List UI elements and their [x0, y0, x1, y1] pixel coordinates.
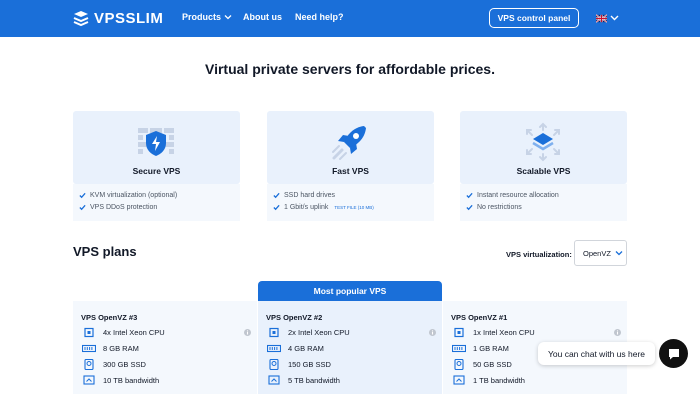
spec-bandwidth: 5 TB bandwidth — [267, 375, 340, 386]
spec-disk: 150 GB SSD — [267, 359, 331, 370]
disk-icon — [454, 359, 464, 370]
feature-item: SSD hard drives — [273, 192, 335, 199]
cpu-icon — [84, 327, 94, 338]
spec-bandwidth-text: 1 TB bandwidth — [473, 376, 525, 385]
uk-flag-icon[interactable] — [596, 14, 607, 23]
feature-title: Secure VPS — [132, 166, 181, 176]
feature-card-body — [460, 184, 627, 221]
nav-help[interactable]: Need help? — [295, 12, 344, 22]
chevron-down-icon — [224, 15, 232, 20]
spec-cpu-text: 2x Intel Xeon CPU — [288, 328, 350, 337]
logo-icon — [73, 11, 89, 27]
feature-card-secure: Secure VPS KVM virtualization (optional)… — [73, 111, 240, 221]
control-panel-button[interactable]: VPS control panel — [489, 8, 579, 28]
spec-cpu-text: 1x Intel Xeon CPU — [473, 328, 535, 337]
plan-name: VPS OpenVZ #1 — [451, 313, 508, 322]
feature-item-text: KVM virtualization (optional) — [90, 192, 178, 199]
chevron-down-icon — [615, 251, 623, 256]
nav-about[interactable]: About us — [243, 12, 282, 22]
info-icon[interactable] — [244, 329, 251, 336]
spec-bandwidth-text: 5 TB bandwidth — [288, 376, 340, 385]
check-icon — [466, 204, 473, 211]
brand-name: VPSSLIM — [94, 9, 164, 27]
spec-disk-text: 50 GB SSD — [473, 360, 512, 369]
feature-item: 1 Gbit/s uplink TEST FILE (10 MB) — [273, 204, 374, 211]
spec-cpu: 1x Intel Xeon CPU — [452, 327, 535, 338]
feature-title: Scalable VPS — [516, 166, 571, 176]
chevron-down-icon[interactable] — [610, 13, 619, 22]
feature-item: VPS DDoS protection — [79, 204, 157, 211]
cpu-icon — [454, 327, 464, 338]
check-icon — [79, 204, 86, 211]
nav-products[interactable]: Products — [182, 12, 232, 22]
ram-icon — [267, 344, 281, 353]
spec-ram-text: 1 GB RAM — [473, 344, 509, 353]
shield-firewall-icon — [138, 128, 174, 156]
check-icon — [273, 204, 280, 211]
check-icon — [273, 192, 280, 199]
brand-logo[interactable]: VPSSLIM — [72, 9, 163, 27]
feature-item-text: VPS DDoS protection — [90, 204, 158, 211]
feature-card-fast: Fast VPS SSD hard drives 1 Gbit/s uplink… — [267, 111, 434, 221]
spec-ram-text: 4 GB RAM — [288, 344, 324, 353]
feature-item-text: SSD hard drives — [284, 192, 335, 199]
disk-icon — [84, 359, 94, 370]
nav-products-label: Products — [182, 12, 222, 22]
page-headline: Virtual private servers for affordable p… — [205, 61, 495, 77]
plan-name: VPS OpenVZ #3 — [81, 313, 138, 322]
spec-disk-text: 150 GB SSD — [288, 360, 331, 369]
most-popular-banner: Most popular VPS — [258, 281, 442, 301]
top-navbar: VPSSLIM Products About us Need help? VPS… — [0, 0, 700, 37]
spec-cpu: 4x Intel Xeon CPU — [82, 327, 165, 338]
feature-item-text: 1 Gbit/s uplink — [284, 204, 329, 211]
spec-cpu-text: 4x Intel Xeon CPU — [103, 328, 165, 337]
ram-icon — [452, 344, 466, 353]
spec-ram: 4 GB RAM — [267, 343, 324, 354]
chat-prompt-bubble[interactable]: You can chat with us here — [538, 342, 655, 365]
feature-item: KVM virtualization (optional) — [79, 192, 177, 199]
virtualization-label: VPS virtualization: — [506, 250, 572, 259]
feature-card-body — [73, 184, 240, 221]
spec-ram-text: 8 GB RAM — [103, 344, 139, 353]
bandwidth-icon — [83, 375, 95, 385]
disk-icon — [269, 359, 279, 370]
virtualization-select[interactable]: OpenVZ — [574, 240, 627, 266]
nav-about-label: About us — [243, 12, 282, 22]
nav-help-label: Need help? — [295, 12, 344, 22]
bandwidth-icon — [453, 375, 465, 385]
info-icon[interactable] — [614, 329, 621, 336]
spec-bandwidth-text: 10 TB bandwidth — [103, 376, 160, 385]
virtualization-value: OpenVZ — [583, 248, 611, 258]
feature-card-body — [267, 184, 434, 221]
feature-item-text: No restrictions — [477, 204, 522, 211]
spec-bandwidth: 1 TB bandwidth — [452, 375, 525, 386]
cpu-icon — [269, 327, 279, 338]
check-icon — [466, 192, 473, 199]
plan-card: VPS OpenVZ #3 4x Intel Xeon CPU 8 GB RAM… — [73, 301, 257, 394]
info-icon[interactable] — [429, 329, 436, 336]
test-file-link[interactable]: TEST FILE (10 MB) — [334, 205, 373, 210]
scale-arrows-icon — [526, 122, 560, 162]
check-icon — [79, 192, 86, 199]
spec-bandwidth: 10 TB bandwidth — [82, 375, 159, 386]
spec-disk-text: 300 GB SSD — [103, 360, 146, 369]
spec-ram: 1 GB RAM — [452, 343, 509, 354]
chat-icon — [668, 348, 679, 359]
feature-item-text: Instant resource allocation — [477, 192, 559, 199]
spec-cpu: 2x Intel Xeon CPU — [267, 327, 350, 338]
spec-ram: 8 GB RAM — [82, 343, 139, 354]
chat-launcher-button[interactable] — [659, 339, 688, 368]
bandwidth-icon — [268, 375, 280, 385]
plan-name: VPS OpenVZ #2 — [266, 313, 323, 322]
feature-card-scalable: Scalable VPS Instant resource allocation… — [460, 111, 627, 221]
spec-disk: 50 GB SSD — [452, 359, 512, 370]
feature-item: No restrictions — [466, 204, 522, 211]
ram-icon — [82, 344, 96, 353]
feature-title: Fast VPS — [332, 166, 369, 176]
plans-section-title: VPS plans — [73, 244, 137, 259]
feature-item: Instant resource allocation — [466, 192, 559, 199]
spec-disk: 300 GB SSD — [82, 359, 146, 370]
plan-card-popular: VPS OpenVZ #2 2x Intel Xeon CPU 4 GB RAM… — [258, 301, 442, 394]
rocket-icon — [332, 126, 366, 160]
